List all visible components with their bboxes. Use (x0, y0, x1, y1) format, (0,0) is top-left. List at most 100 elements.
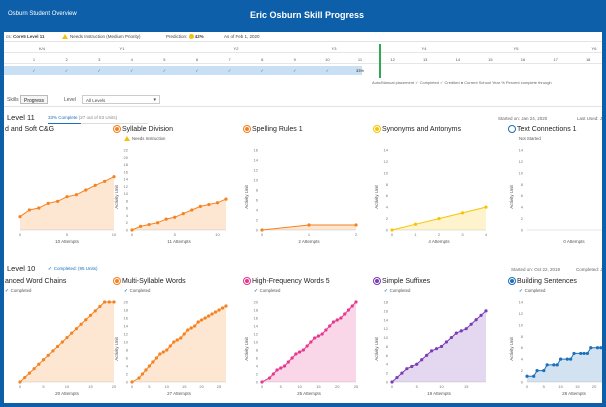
skill-card[interactable]: d and Soft C&G 0 5 10 10 Attempts (4, 126, 122, 246)
data-point[interactable] (172, 340, 176, 344)
data-point[interactable] (354, 223, 358, 227)
data-point[interactable] (137, 376, 141, 380)
data-point[interactable] (328, 324, 332, 328)
level-number[interactable]: 7 (222, 57, 238, 62)
data-point[interactable] (413, 222, 418, 226)
data-point[interactable] (74, 327, 78, 331)
data-point[interactable] (215, 201, 220, 205)
data-point[interactable] (164, 217, 168, 221)
level-number[interactable]: 2 (59, 57, 75, 62)
data-point[interactable] (41, 358, 46, 362)
data-point[interactable] (193, 324, 197, 328)
data-point[interactable] (206, 314, 211, 318)
data-point[interactable] (37, 206, 41, 210)
level-number[interactable]: 18 (580, 57, 596, 62)
data-point[interactable] (103, 179, 107, 183)
data-point[interactable] (290, 356, 294, 360)
skill-card[interactable]: High-Frequency Words 5 ✓ Completed Activity… (244, 278, 364, 398)
data-point[interactable] (294, 352, 298, 356)
data-point[interactable] (309, 340, 313, 344)
data-point[interactable] (484, 205, 488, 209)
data-point[interactable] (425, 353, 429, 357)
data-point[interactable] (484, 309, 488, 313)
data-point[interactable] (165, 348, 169, 352)
data-point[interactable] (279, 366, 283, 370)
data-point[interactable] (175, 338, 179, 342)
data-point[interactable] (156, 221, 160, 225)
data-point[interactable] (56, 344, 60, 349)
data-point[interactable] (449, 335, 453, 340)
data-point[interactable] (316, 334, 320, 338)
skill-card[interactable]: Syllable Division Needs Instruction Activi… (114, 126, 234, 246)
level-number[interactable]: 1 (26, 57, 42, 62)
data-point[interactable] (56, 199, 60, 203)
level-number[interactable]: 6 (189, 57, 205, 62)
data-point[interactable] (267, 376, 272, 380)
data-point[interactable] (339, 316, 343, 320)
data-point[interactable] (464, 327, 468, 331)
level-number[interactable]: 16 (515, 57, 531, 62)
level-number[interactable]: 9 (287, 57, 303, 62)
data-point[interactable] (271, 372, 275, 376)
data-point[interactable] (200, 318, 204, 322)
data-point[interactable] (65, 195, 69, 199)
data-point[interactable] (60, 340, 64, 344)
data-point[interactable] (158, 352, 162, 356)
data-point[interactable] (84, 318, 88, 322)
data-point[interactable] (301, 348, 305, 352)
data-point[interactable] (198, 204, 202, 208)
level-number[interactable]: 14 (450, 57, 466, 62)
data-point[interactable] (51, 349, 55, 353)
data-point[interactable] (196, 320, 200, 324)
skill-card[interactable]: Simple Suffixes ✓ Completed Activity Unit 0 2… (374, 278, 494, 398)
data-point[interactable] (23, 375, 27, 380)
data-point[interactable] (572, 351, 576, 356)
data-point[interactable] (460, 211, 465, 215)
level-number[interactable]: 12 (385, 57, 401, 62)
data-point[interactable] (405, 367, 409, 371)
data-point[interactable] (429, 349, 434, 353)
data-point[interactable] (93, 183, 97, 187)
data-point[interactable] (354, 300, 358, 304)
data-point[interactable] (437, 216, 441, 221)
level-number[interactable]: 15 (482, 57, 498, 62)
data-point[interactable] (140, 372, 145, 376)
data-point[interactable] (18, 380, 22, 384)
data-point[interactable] (420, 358, 424, 362)
data-point[interactable] (525, 374, 529, 378)
level-number[interactable]: 5 (156, 57, 172, 62)
skill-card[interactable]: Spelling Rules 1 Activity Unit 0 2 4 6 8 10 12 14… (244, 126, 364, 246)
data-point[interactable] (147, 364, 152, 368)
level-number[interactable]: 17 (548, 57, 564, 62)
data-point[interactable] (27, 371, 31, 375)
data-point[interactable] (469, 322, 473, 326)
data-point[interactable] (138, 224, 143, 228)
data-point[interactable] (161, 350, 165, 354)
data-point[interactable] (434, 347, 439, 351)
data-point[interactable] (324, 328, 328, 332)
data-point[interactable] (569, 357, 573, 361)
data-point[interactable] (555, 363, 559, 367)
data-point[interactable] (260, 228, 264, 232)
data-point[interactable] (454, 331, 458, 335)
data-point[interactable] (98, 304, 102, 309)
data-point[interactable] (599, 346, 602, 350)
data-point[interactable] (107, 300, 111, 304)
data-point[interactable] (535, 368, 539, 373)
skill-card[interactable]: anced Word Chains ✓ Completed 0 5 10 15 20 20 At… (4, 278, 122, 398)
level-number[interactable]: 8 (254, 57, 270, 62)
level-number[interactable]: 3 (91, 57, 107, 62)
data-point[interactable] (74, 193, 78, 197)
data-point[interactable] (46, 353, 50, 357)
level-number[interactable]: 11 (352, 57, 368, 62)
data-point[interactable] (542, 368, 546, 373)
level-number[interactable]: 4 (124, 57, 140, 62)
data-point[interactable] (189, 326, 193, 330)
data-point[interactable] (224, 304, 228, 308)
data-point[interactable] (474, 318, 478, 322)
level-number[interactable]: 13 (417, 57, 433, 62)
data-point[interactable] (346, 308, 351, 312)
data-point[interactable] (282, 364, 287, 368)
data-point[interactable] (320, 332, 324, 336)
data-point[interactable] (154, 356, 158, 360)
